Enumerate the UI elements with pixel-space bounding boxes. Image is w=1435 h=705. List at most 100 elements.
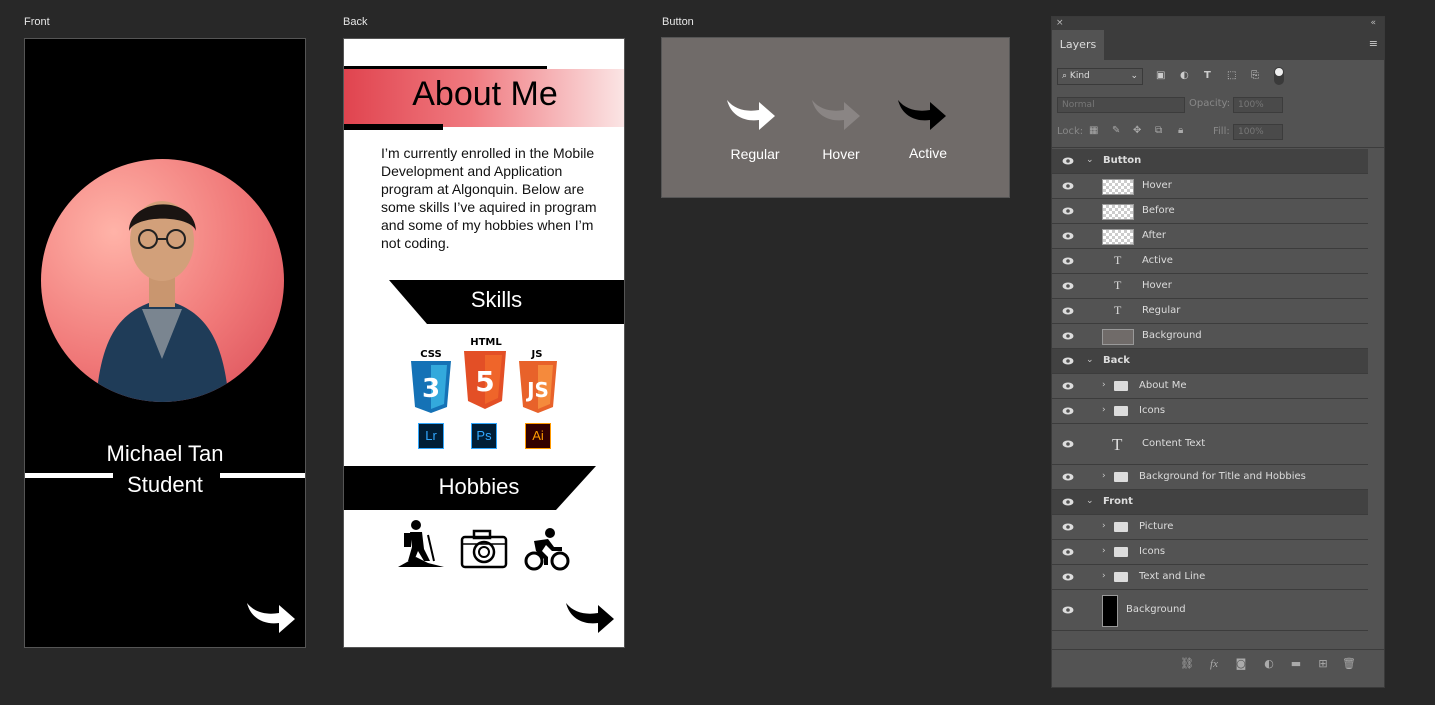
lock-brush-icon[interactable]: ✎ — [1112, 125, 1120, 136]
front-artboard[interactable]: Michael Tan Student — [24, 38, 306, 648]
visibility-eye-icon[interactable] — [1062, 157, 1074, 168]
layer-row[interactable]: Background — [1052, 590, 1368, 631]
visibility-eye-icon[interactable] — [1062, 573, 1074, 584]
chevron-right-icon[interactable]: › — [1102, 380, 1106, 390]
close-panel-icon[interactable]: × — [1056, 17, 1064, 30]
chevron-right-icon[interactable]: › — [1102, 471, 1106, 481]
layers-panel[interactable]: × « Layers ≡ ⌕ Kind ⌄ ▣ ◐ T ⬚ ⎘ Normal O… — [1051, 16, 1385, 688]
visibility-eye-icon[interactable] — [1062, 407, 1074, 418]
filter-shape-icon[interactable]: ⬚ — [1227, 70, 1236, 81]
layer-group-button[interactable]: ⌄ Button — [1052, 149, 1368, 174]
panel-menu-icon[interactable]: ≡ — [1369, 38, 1378, 49]
next-arrow-icon[interactable] — [564, 599, 616, 635]
next-arrow-icon[interactable] — [245, 599, 297, 635]
filter-toggle[interactable] — [1274, 67, 1284, 85]
layer-row[interactable]: › Background for Title and Hobbies — [1052, 465, 1368, 490]
layer-name: Before — [1142, 205, 1175, 216]
artboard-label-front[interactable]: Front — [24, 16, 50, 28]
button-artboard[interactable]: Regular Hover Active — [661, 37, 1010, 198]
layer-row[interactable]: › Icons — [1052, 399, 1368, 424]
tab-layers[interactable]: Layers — [1052, 30, 1104, 60]
lock-all-icon[interactable]: 🔒︎ — [1178, 125, 1183, 136]
layer-row[interactable]: T Content Text — [1052, 424, 1368, 465]
panel-titlebar[interactable] — [1052, 17, 1384, 30]
lock-move-icon[interactable]: ✥ — [1133, 125, 1141, 136]
visibility-eye-icon[interactable] — [1062, 523, 1074, 534]
artboard-label-back[interactable]: Back — [343, 16, 367, 28]
collapse-panel-icon[interactable]: « — [1370, 17, 1376, 30]
lock-artboard-icon[interactable]: ⧉ — [1155, 125, 1162, 136]
layer-row[interactable]: T Active — [1052, 249, 1368, 274]
layer-name: Hover — [1142, 280, 1172, 291]
chevron-right-icon[interactable]: › — [1102, 405, 1106, 415]
artboard-label-button[interactable]: Button — [662, 16, 694, 28]
opacity-label: Opacity: — [1189, 98, 1231, 109]
visibility-eye-icon[interactable] — [1062, 282, 1074, 293]
lock-transparent-icon[interactable]: ▦ — [1089, 125, 1098, 136]
text-layer-icon: T — [1114, 278, 1122, 292]
layer-group-front[interactable]: ⌄ Front — [1052, 490, 1368, 515]
layer-name: Background for Title and Hobbies — [1139, 471, 1306, 482]
chevron-down-icon[interactable]: ⌄ — [1086, 355, 1094, 365]
visibility-eye-icon[interactable] — [1062, 440, 1074, 451]
chevron-right-icon[interactable]: › — [1102, 571, 1106, 581]
layer-row[interactable]: › Icons — [1052, 540, 1368, 565]
chevron-down-icon[interactable]: ⌄ — [1086, 496, 1094, 506]
add-mask-icon[interactable]: ◙ — [1234, 657, 1248, 671]
folder-icon — [1114, 547, 1128, 557]
svg-text:5: 5 — [475, 365, 494, 398]
chevron-down-icon[interactable]: ⌄ — [1086, 155, 1094, 165]
layer-row[interactable]: Background — [1052, 324, 1368, 349]
cycling-icon — [524, 528, 570, 571]
fill-field[interactable]: 100% — [1233, 124, 1283, 140]
visibility-eye-icon[interactable] — [1062, 606, 1074, 617]
visibility-eye-icon[interactable] — [1062, 182, 1074, 193]
visibility-eye-icon[interactable] — [1062, 307, 1074, 318]
filter-type-icon[interactable]: T — [1204, 70, 1211, 81]
visibility-eye-icon[interactable] — [1062, 548, 1074, 559]
opacity-field[interactable]: 100% — [1233, 97, 1283, 113]
visibility-eye-icon[interactable] — [1062, 257, 1074, 268]
html5-icon: 5 — [464, 351, 506, 409]
visibility-eye-icon[interactable] — [1062, 207, 1074, 218]
layer-row[interactable]: › Text and Line — [1052, 565, 1368, 590]
trash-icon[interactable]: 🗑︎ — [1342, 657, 1356, 671]
layer-row[interactable]: › Picture — [1052, 515, 1368, 540]
js-icon: JS — [519, 361, 557, 413]
visibility-eye-icon[interactable] — [1062, 332, 1074, 343]
visibility-eye-icon[interactable] — [1062, 382, 1074, 393]
visibility-eye-icon[interactable] — [1062, 473, 1074, 484]
new-group-icon[interactable]: ▬ — [1289, 657, 1303, 671]
link-layers-icon[interactable]: ⛓︎ — [1180, 657, 1194, 671]
visibility-eye-icon[interactable] — [1062, 232, 1074, 243]
filter-kind-dropdown[interactable]: ⌕ Kind ⌄ — [1057, 68, 1143, 85]
css-label: CSS — [420, 349, 442, 360]
filter-smartobject-icon[interactable]: ⎘ — [1251, 70, 1259, 81]
layer-name: Icons — [1139, 546, 1166, 557]
folder-icon — [1114, 522, 1128, 532]
layer-row[interactable]: Before — [1052, 199, 1368, 224]
layer-row[interactable]: T Hover — [1052, 274, 1368, 299]
visibility-eye-icon[interactable] — [1062, 498, 1074, 509]
active-label: Active — [908, 145, 948, 161]
illustrator-icon: Ai — [525, 423, 551, 449]
chevron-right-icon[interactable]: › — [1102, 521, 1106, 531]
content-text: I’m currently enrolled in the Mobile Dev… — [381, 145, 597, 251]
layer-group-back[interactable]: ⌄ Back — [1052, 349, 1368, 374]
layer-row[interactable]: T Regular — [1052, 299, 1368, 324]
layer-name: Content Text — [1142, 438, 1206, 449]
back-artboard[interactable]: About Me I’m currently enrolled in the M… — [343, 38, 625, 648]
layer-row[interactable]: After — [1052, 224, 1368, 249]
adjustment-layer-icon[interactable]: ◐ — [1262, 657, 1276, 671]
layer-row[interactable]: Hover — [1052, 174, 1368, 199]
visibility-eye-icon[interactable] — [1062, 357, 1074, 368]
new-layer-icon[interactable]: ⊞ — [1316, 657, 1330, 671]
filter-pixel-icon[interactable]: ▣ — [1156, 70, 1165, 81]
filter-adjustment-icon[interactable]: ◐ — [1180, 70, 1189, 81]
chevron-right-icon[interactable]: › — [1102, 546, 1106, 556]
layer-name: Background — [1142, 330, 1202, 341]
filter-kind-value: Kind — [1069, 71, 1090, 81]
fx-icon[interactable]: fx — [1207, 657, 1221, 671]
layer-row[interactable]: › About Me — [1052, 374, 1368, 399]
blend-mode-dropdown[interactable]: Normal — [1057, 97, 1185, 113]
